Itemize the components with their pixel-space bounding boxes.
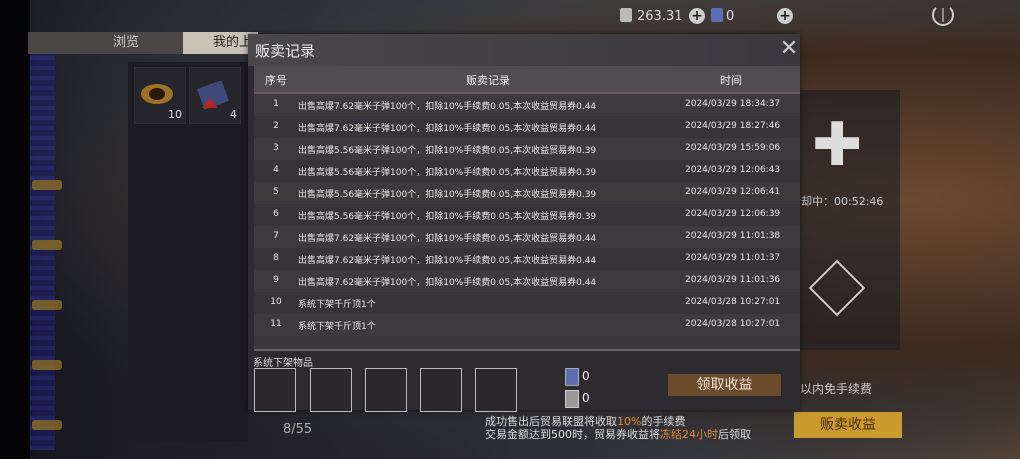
- ammo-decor: [32, 240, 62, 250]
- row-number: 11: [270, 319, 282, 329]
- tab-my-listings[interactable]: 我的上: [183, 32, 258, 54]
- row-record: 系统下架千斤顶1个: [298, 322, 376, 332]
- row-record: 系统下架千斤顶1个: [298, 300, 376, 310]
- fee-note-text: 成功售出后贸易联盟将收取: [485, 415, 617, 428]
- fee-note-text: 后领取: [718, 428, 751, 441]
- row-time: 2024/03/29 11:01:37: [685, 253, 781, 263]
- row-number: 3: [273, 143, 279, 153]
- sales-record-modal: 贩卖记录 ✕ 序号 贩卖记录 时间 1 出售高爆7.62毫米子弹100个，扣除10…: [248, 34, 800, 412]
- row-number: 1: [273, 99, 279, 109]
- table-row: 5 出售高爆5.56毫米子弹100个，扣除10%手续费0.05,本次收益贸易券0.…: [254, 182, 800, 204]
- row-number: 5: [273, 187, 279, 197]
- column-header-time: 时间: [720, 74, 742, 87]
- slot-count: 4: [230, 108, 237, 121]
- trade-ticket-icon: [565, 390, 579, 408]
- row-record: 出售高爆7.62毫米子弹100个，扣除10%手续费0.05,本次收益贸易券0.4…: [298, 124, 597, 134]
- ammo-decor: [32, 360, 62, 370]
- fee-note: 成功售出后贸易联盟将收取10%的手续费 交易金额达到500时，贸易券收益将冻结2…: [485, 415, 751, 441]
- cooldown-timer: 冷却中：00:52:46: [790, 195, 884, 208]
- row-record: 出售高爆7.62毫米子弹100个，扣除10%手续费0.05,本次收益贸易券0.4…: [298, 102, 597, 112]
- fee-note-text: 的手续费: [641, 415, 686, 428]
- table-row: 4 出售高爆5.56毫米子弹100个，扣除10%手续费0.05,本次收益贸易券0.…: [254, 160, 800, 182]
- table-row: 10 系统下架千斤顶1个 2024/03/28 10:27:01: [254, 292, 800, 314]
- card-ticket-icon: [565, 368, 579, 386]
- row-number: 7: [273, 231, 279, 241]
- market-tabs: 浏览 我的上: [28, 32, 258, 54]
- row-time: 2024/03/29 18:27:46: [685, 121, 781, 131]
- table-header: 序号 贩卖记录 时间: [254, 66, 800, 94]
- row-time: 2024/03/29 11:01:38: [685, 231, 781, 241]
- row-record: 出售高爆7.62毫米子弹100个，扣除10%手续费0.05,本次收益贸易券0.4…: [298, 256, 597, 266]
- inventory-slot[interactable]: 10: [134, 67, 186, 124]
- row-record: 出售高爆5.56毫米子弹100个，扣除10%手续费0.05,本次收益贸易券0.3…: [298, 146, 597, 156]
- inventory-panel: 10 4: [128, 62, 248, 442]
- row-number: 8: [273, 253, 279, 263]
- row-number: 4: [273, 165, 279, 175]
- row-record: 出售高爆5.56毫米子弹100个，扣除10%手续费0.05,本次收益贸易券0.3…: [298, 190, 597, 200]
- row-time: 2024/03/29 11:01:36: [685, 275, 781, 285]
- offshelf-slot[interactable]: [420, 368, 462, 412]
- freeze-duration: 冻结24小时: [660, 428, 718, 441]
- row-number: 6: [273, 209, 279, 219]
- free-fee-text: 以内免手续费: [800, 382, 873, 396]
- table-scroll-edge: [254, 349, 800, 351]
- column-header-no: 序号: [265, 74, 287, 87]
- row-number: 10: [270, 297, 282, 307]
- row-number: 9: [273, 275, 279, 285]
- offshelf-slot[interactable]: [365, 368, 407, 412]
- row-record: 出售高爆5.56毫米子弹100个，扣除10%手续费0.05,本次收益贸易券0.3…: [298, 212, 597, 222]
- table-row: 2 出售高爆7.62毫米子弹100个，扣除10%手续费0.05,本次收益贸易券0.…: [254, 116, 800, 138]
- blue-wall-decor: [30, 50, 55, 450]
- table-row: 6 出售高爆5.56毫米子弹100个，扣除10%手续费0.05,本次收益贸易券0.…: [254, 204, 800, 226]
- currency1-value: 263.31: [637, 9, 683, 24]
- modal-header: 贩卖记录 ✕: [248, 34, 800, 66]
- sales-record-table[interactable]: 序号 贩卖记录 时间 1 出售高爆7.62毫米子弹100个，扣除10%手续费0.0…: [254, 66, 800, 351]
- modal-title: 贩卖记录: [255, 42, 316, 60]
- left-shadow: [0, 0, 30, 459]
- row-time: 2024/03/28 10:27:01: [685, 297, 781, 307]
- slot-count: 10: [168, 108, 182, 121]
- ammo-decor: [32, 300, 62, 310]
- table-row: 11 系统下架千斤顶1个 2024/03/28 10:27:01: [254, 314, 800, 336]
- add-listing-icon[interactable]: ✚: [812, 115, 862, 175]
- row-record: 出售高爆7.62毫米子弹100个，扣除10%手续费0.05,本次收益贸易券0.4…: [298, 234, 597, 244]
- table-row: 8 出售高爆7.62毫米子弹100个，扣除10%手续费0.05,本次收益贸易券0.…: [254, 248, 800, 270]
- inventory-slot[interactable]: 4: [189, 67, 241, 124]
- column-header-record: 贩卖记录: [466, 74, 510, 87]
- table-row: 9 出售高爆7.62毫米子弹100个，扣除10%手续费0.05,本次收益贸易券0.…: [254, 270, 800, 292]
- tab-browse[interactable]: 浏览: [113, 32, 153, 54]
- offshelf-slot[interactable]: [475, 368, 517, 412]
- row-time: 2024/03/29 15:59:06: [685, 143, 781, 153]
- power-icon[interactable]: |: [932, 4, 954, 26]
- ammo-decor: [32, 420, 62, 430]
- close-icon[interactable]: ✕: [778, 38, 800, 60]
- offshelf-slot[interactable]: [310, 368, 352, 412]
- fee-note-text: 交易金额达到500时，贸易券收益将: [485, 428, 660, 441]
- fee-percent: 10%: [617, 415, 642, 428]
- row-time: 2024/03/29 12:06:39: [685, 209, 781, 219]
- row-time: 2024/03/29 18:34:37: [685, 99, 781, 109]
- row-record: 出售高爆7.62毫米子弹100个，扣除10%手续费0.05,本次收益贸易券0.4…: [298, 278, 597, 288]
- offshelf-slot[interactable]: [254, 368, 296, 412]
- table-row: 1 出售高爆7.62毫米子弹100个，扣除10%手续费0.05,本次收益贸易券0.…: [254, 94, 800, 116]
- sell-income-button[interactable]: 贩卖收益: [794, 412, 902, 438]
- table-row: 7 出售高爆7.62毫米子弹100个，扣除10%手续费0.05,本次收益贸易券0.…: [254, 226, 800, 248]
- trade-ticket-icon: [620, 8, 632, 22]
- offshelf-label: 系统下架物品: [253, 358, 313, 369]
- coin-count: 0: [582, 391, 590, 405]
- row-record: 出售高爆5.56毫米子弹100个，扣除10%手续费0.05,本次收益贸易券0.3…: [298, 168, 597, 178]
- row-time: 2024/03/29 12:06:43: [685, 165, 781, 175]
- row-time: 2024/03/29 12:06:41: [685, 187, 781, 197]
- add-currency1-icon[interactable]: +: [689, 8, 705, 24]
- row-time: 2024/03/28 10:27:01: [685, 319, 781, 329]
- row-number: 2: [273, 121, 279, 131]
- currency2-value: 0: [726, 9, 735, 24]
- table-row: 3 出售高爆5.56毫米子弹100个，扣除10%手续费0.05,本次收益贸易券0.…: [254, 138, 800, 160]
- inventory-capacity: 8/55: [283, 422, 313, 437]
- card-ticket-icon: [711, 8, 723, 22]
- ammo-decor: [32, 180, 62, 190]
- add-currency2-icon[interactable]: +: [777, 8, 793, 24]
- claim-income-button[interactable]: 领取收益: [668, 374, 781, 396]
- ticket-count: 0: [582, 369, 590, 383]
